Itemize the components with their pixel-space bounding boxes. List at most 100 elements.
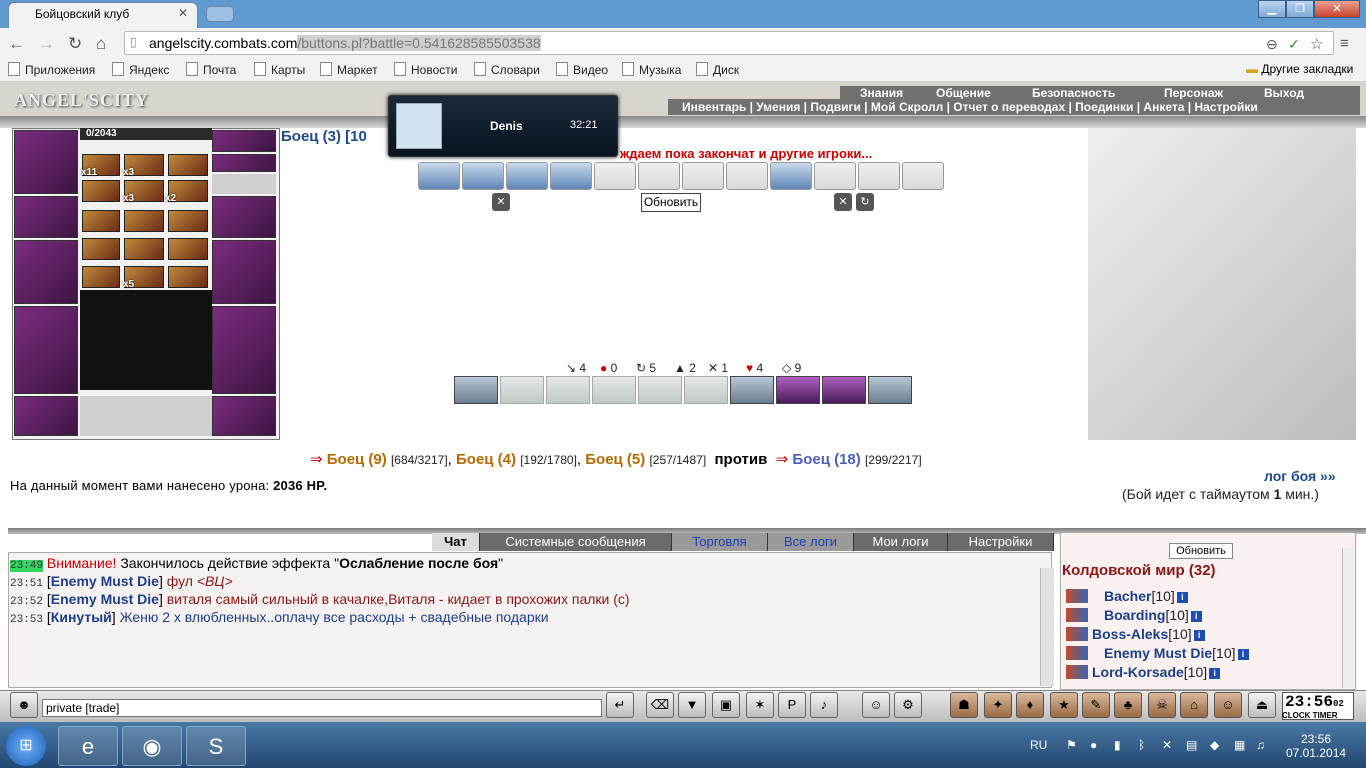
user-name[interactable]: Lord-Korsade xyxy=(1092,664,1184,680)
ability-button[interactable] xyxy=(454,376,498,404)
fighter-link[interactable]: Боец (3) [10 xyxy=(281,128,367,145)
weapon-left-slot[interactable] xyxy=(14,240,78,304)
ability-button[interactable] xyxy=(500,376,544,404)
smiley-head-icon[interactable]: ☻ xyxy=(10,692,38,718)
bookmark-video[interactable]: Видео xyxy=(556,62,608,77)
tab-trade[interactable]: Торговля xyxy=(672,533,768,551)
signal-icon[interactable]: ▮ xyxy=(1114,738,1121,752)
forward-icon[interactable]: → xyxy=(38,34,55,54)
action-icon[interactable]: ☠ xyxy=(1148,692,1176,718)
spell-slot[interactable] xyxy=(858,162,900,190)
item-scroll-7[interactable] xyxy=(82,210,120,232)
tray-icon[interactable]: ✕ xyxy=(1162,738,1172,752)
chat-nick[interactable]: Кинутый xyxy=(51,609,112,625)
tray-icon[interactable]: ▤ xyxy=(1186,738,1197,752)
spell-slot[interactable] xyxy=(638,162,680,190)
spell-slot[interactable] xyxy=(902,162,944,190)
chat-input[interactable] xyxy=(42,699,602,717)
weapon-right-slot[interactable] xyxy=(212,240,276,304)
item-scroll-6[interactable]: x2 xyxy=(165,180,208,204)
skype-icon[interactable]: S xyxy=(186,726,246,766)
spell-slot[interactable] xyxy=(506,162,548,190)
menu-character[interactable]: Персонаж xyxy=(1164,86,1223,100)
menu-icon[interactable]: ≡ xyxy=(1340,35,1349,52)
action-icon[interactable]: ♣ xyxy=(1114,692,1142,718)
action-icon[interactable]: ✎ xyxy=(1082,692,1110,718)
ability-button[interactable] xyxy=(776,376,820,404)
action-icon[interactable]: ☺ xyxy=(1214,692,1242,718)
shield-icon[interactable]: ✕ xyxy=(834,193,852,211)
spell-slot[interactable] xyxy=(814,162,856,190)
bookmark-market[interactable]: Маркет xyxy=(320,62,378,77)
language-indicator[interactable]: RU xyxy=(1030,738,1047,752)
back-icon[interactable]: ← xyxy=(8,34,25,54)
online-user[interactable]: Boss-Aleks[10] i xyxy=(1066,626,1205,642)
item-scroll-3[interactable] xyxy=(168,154,208,176)
extension-icon[interactable]: ✓ xyxy=(1288,36,1300,53)
spell-slot[interactable] xyxy=(550,162,592,190)
team1-fighter[interactable]: Боец (5) xyxy=(585,451,645,468)
tab-system[interactable]: Системные сообщения xyxy=(480,533,672,551)
cloak-slot[interactable] xyxy=(14,306,78,394)
spell-slot[interactable] xyxy=(726,162,768,190)
info-icon[interactable]: i xyxy=(1190,611,1202,622)
bookmark-star-icon[interactable]: ☆ xyxy=(1310,35,1323,53)
info-icon[interactable]: i xyxy=(1193,630,1205,641)
other-bookmarks[interactable]: ▬ Другие закладки xyxy=(1246,62,1353,76)
maximize-button[interactable]: ❐ xyxy=(1286,0,1314,18)
tray-icon[interactable]: ● xyxy=(1090,738,1097,752)
battle-log-link[interactable]: лог боя »» xyxy=(1264,468,1336,484)
armor-slot[interactable] xyxy=(212,396,276,436)
reload-icon[interactable]: ↻ xyxy=(68,34,82,54)
bookmark-maps[interactable]: Карты xyxy=(254,62,305,77)
bookmark-disk[interactable]: Диск xyxy=(696,62,739,77)
item-scroll-8[interactable] xyxy=(124,210,164,232)
info-icon[interactable]: i xyxy=(1176,592,1188,603)
chat-time[interactable]: 23:49 xyxy=(10,560,44,572)
sub-menu[interactable]: Инвентарь | Умения | Подвиги | Мой Скрол… xyxy=(682,100,1258,114)
close-window-button[interactable]: ✕ xyxy=(1314,0,1360,18)
save-icon[interactable]: ▣ xyxy=(712,692,740,718)
team2-fighter[interactable]: Боец (18) xyxy=(792,451,860,468)
tab-all-logs[interactable]: Все логи xyxy=(768,533,854,551)
ability-button[interactable] xyxy=(868,376,912,404)
item-scroll-1[interactable]: x11 xyxy=(81,154,120,178)
bracers-slot[interactable] xyxy=(14,196,78,238)
ability-button[interactable] xyxy=(684,376,728,404)
bookmark-music[interactable]: Музыка xyxy=(622,62,681,77)
refresh-icon[interactable]: ↻ xyxy=(856,193,874,211)
info-icon[interactable]: i xyxy=(1237,649,1249,660)
bookmark-mail[interactable]: Почта xyxy=(186,62,236,77)
bookmark-dict[interactable]: Словари xyxy=(474,62,540,77)
item-scroll-12[interactable] xyxy=(168,238,208,260)
chat-settings-icon[interactable]: ⚙ xyxy=(894,692,922,718)
user-name[interactable]: Boss-Aleks xyxy=(1092,626,1168,642)
exit-icon[interactable]: ⏏ xyxy=(1248,692,1276,718)
tab-settings[interactable]: Настройки xyxy=(948,533,1054,551)
chat-time[interactable]: 23:51 xyxy=(10,578,43,590)
online-user[interactable]: Bacher[10] i xyxy=(1066,588,1188,604)
online-user[interactable]: Lord-Korsade[10] i xyxy=(1066,664,1221,680)
online-refresh-button[interactable]: Обновить xyxy=(1169,543,1233,559)
home-icon[interactable]: ⌂ xyxy=(96,34,106,54)
action-icon[interactable]: ♦ xyxy=(1016,692,1044,718)
tab-my-logs[interactable]: Мои логи xyxy=(854,533,948,551)
action-icon[interactable]: ✦ xyxy=(984,692,1012,718)
online-scrollbar[interactable] xyxy=(1342,548,1354,688)
menu-social[interactable]: Общение xyxy=(936,86,991,100)
amulet-slot[interactable] xyxy=(212,130,276,152)
spell-slot[interactable] xyxy=(418,162,460,190)
new-tab-button[interactable] xyxy=(206,6,234,22)
gloves-slot[interactable] xyxy=(212,196,276,238)
user-name[interactable]: Enemy Must Die xyxy=(1104,645,1212,661)
item-scroll-13[interactable] xyxy=(82,266,120,288)
team1-fighter[interactable]: Боец (4) xyxy=(456,451,516,468)
ability-button[interactable] xyxy=(730,376,774,404)
rings-slot[interactable] xyxy=(212,174,276,194)
chrome-icon[interactable]: ◉ xyxy=(122,726,182,766)
item-scroll-10[interactable] xyxy=(82,238,120,260)
eraser-icon[interactable]: ⌫ xyxy=(646,692,674,718)
item-scroll-15[interactable] xyxy=(168,266,208,288)
ability-button[interactable] xyxy=(546,376,590,404)
helmet-slot[interactable] xyxy=(14,130,78,194)
